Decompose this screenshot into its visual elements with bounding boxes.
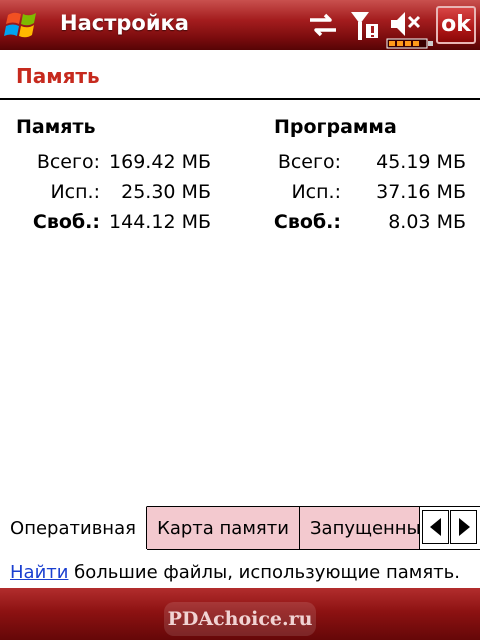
program-used-label: Исп.:: [291, 181, 341, 203]
battery-icon: [386, 35, 436, 49]
hint-text: большие файлы, использующие память.: [68, 562, 460, 583]
tab-storage-card[interactable]: Карта памяти: [147, 506, 300, 549]
storage-used-label: Исп.:: [50, 181, 100, 203]
windows-logo-icon[interactable]: [2, 5, 46, 45]
program-used-value: 37.16 МБ: [376, 181, 466, 203]
storage-free-label: Своб.:: [32, 211, 100, 233]
divider: [0, 98, 480, 100]
program-free-value: 8.03 МБ: [388, 211, 466, 233]
tab-strip-bottom: [147, 549, 480, 550]
storage-total-value: 169.42 МБ: [109, 151, 211, 173]
program-memory-heading: Программа: [274, 116, 397, 138]
storage-memory-heading: Память: [16, 116, 96, 138]
arrow-left-icon: [430, 518, 441, 536]
window-title: Настройка: [60, 11, 189, 35]
arrow-right-icon: [459, 518, 470, 536]
tab-scroll-left-button[interactable]: [422, 510, 449, 544]
find-large-files-link[interactable]: Найти: [10, 562, 68, 583]
program-free-label: Своб.:: [273, 211, 341, 233]
tab-scroll-right-button[interactable]: [450, 510, 477, 544]
data-sync-icon[interactable]: [306, 8, 340, 42]
program-total-label: Всего:: [277, 151, 341, 173]
hint-line: Найти большие файлы, использующие память…: [10, 562, 460, 583]
tab-running-programs[interactable]: Запущенные: [300, 506, 420, 549]
storage-total-label: Всего:: [36, 151, 100, 173]
program-total-value: 45.19 МБ: [376, 151, 466, 173]
signal-icon[interactable]: [348, 8, 382, 42]
storage-used-value: 25.30 МБ: [121, 181, 211, 203]
tab-ram[interactable]: Оперативная: [0, 506, 147, 549]
storage-free-value: 144.12 МБ: [109, 211, 211, 233]
ok-button[interactable]: ok: [436, 6, 476, 44]
page-title: Память: [16, 64, 100, 88]
watermark: PDAchoice.ru: [164, 602, 316, 636]
